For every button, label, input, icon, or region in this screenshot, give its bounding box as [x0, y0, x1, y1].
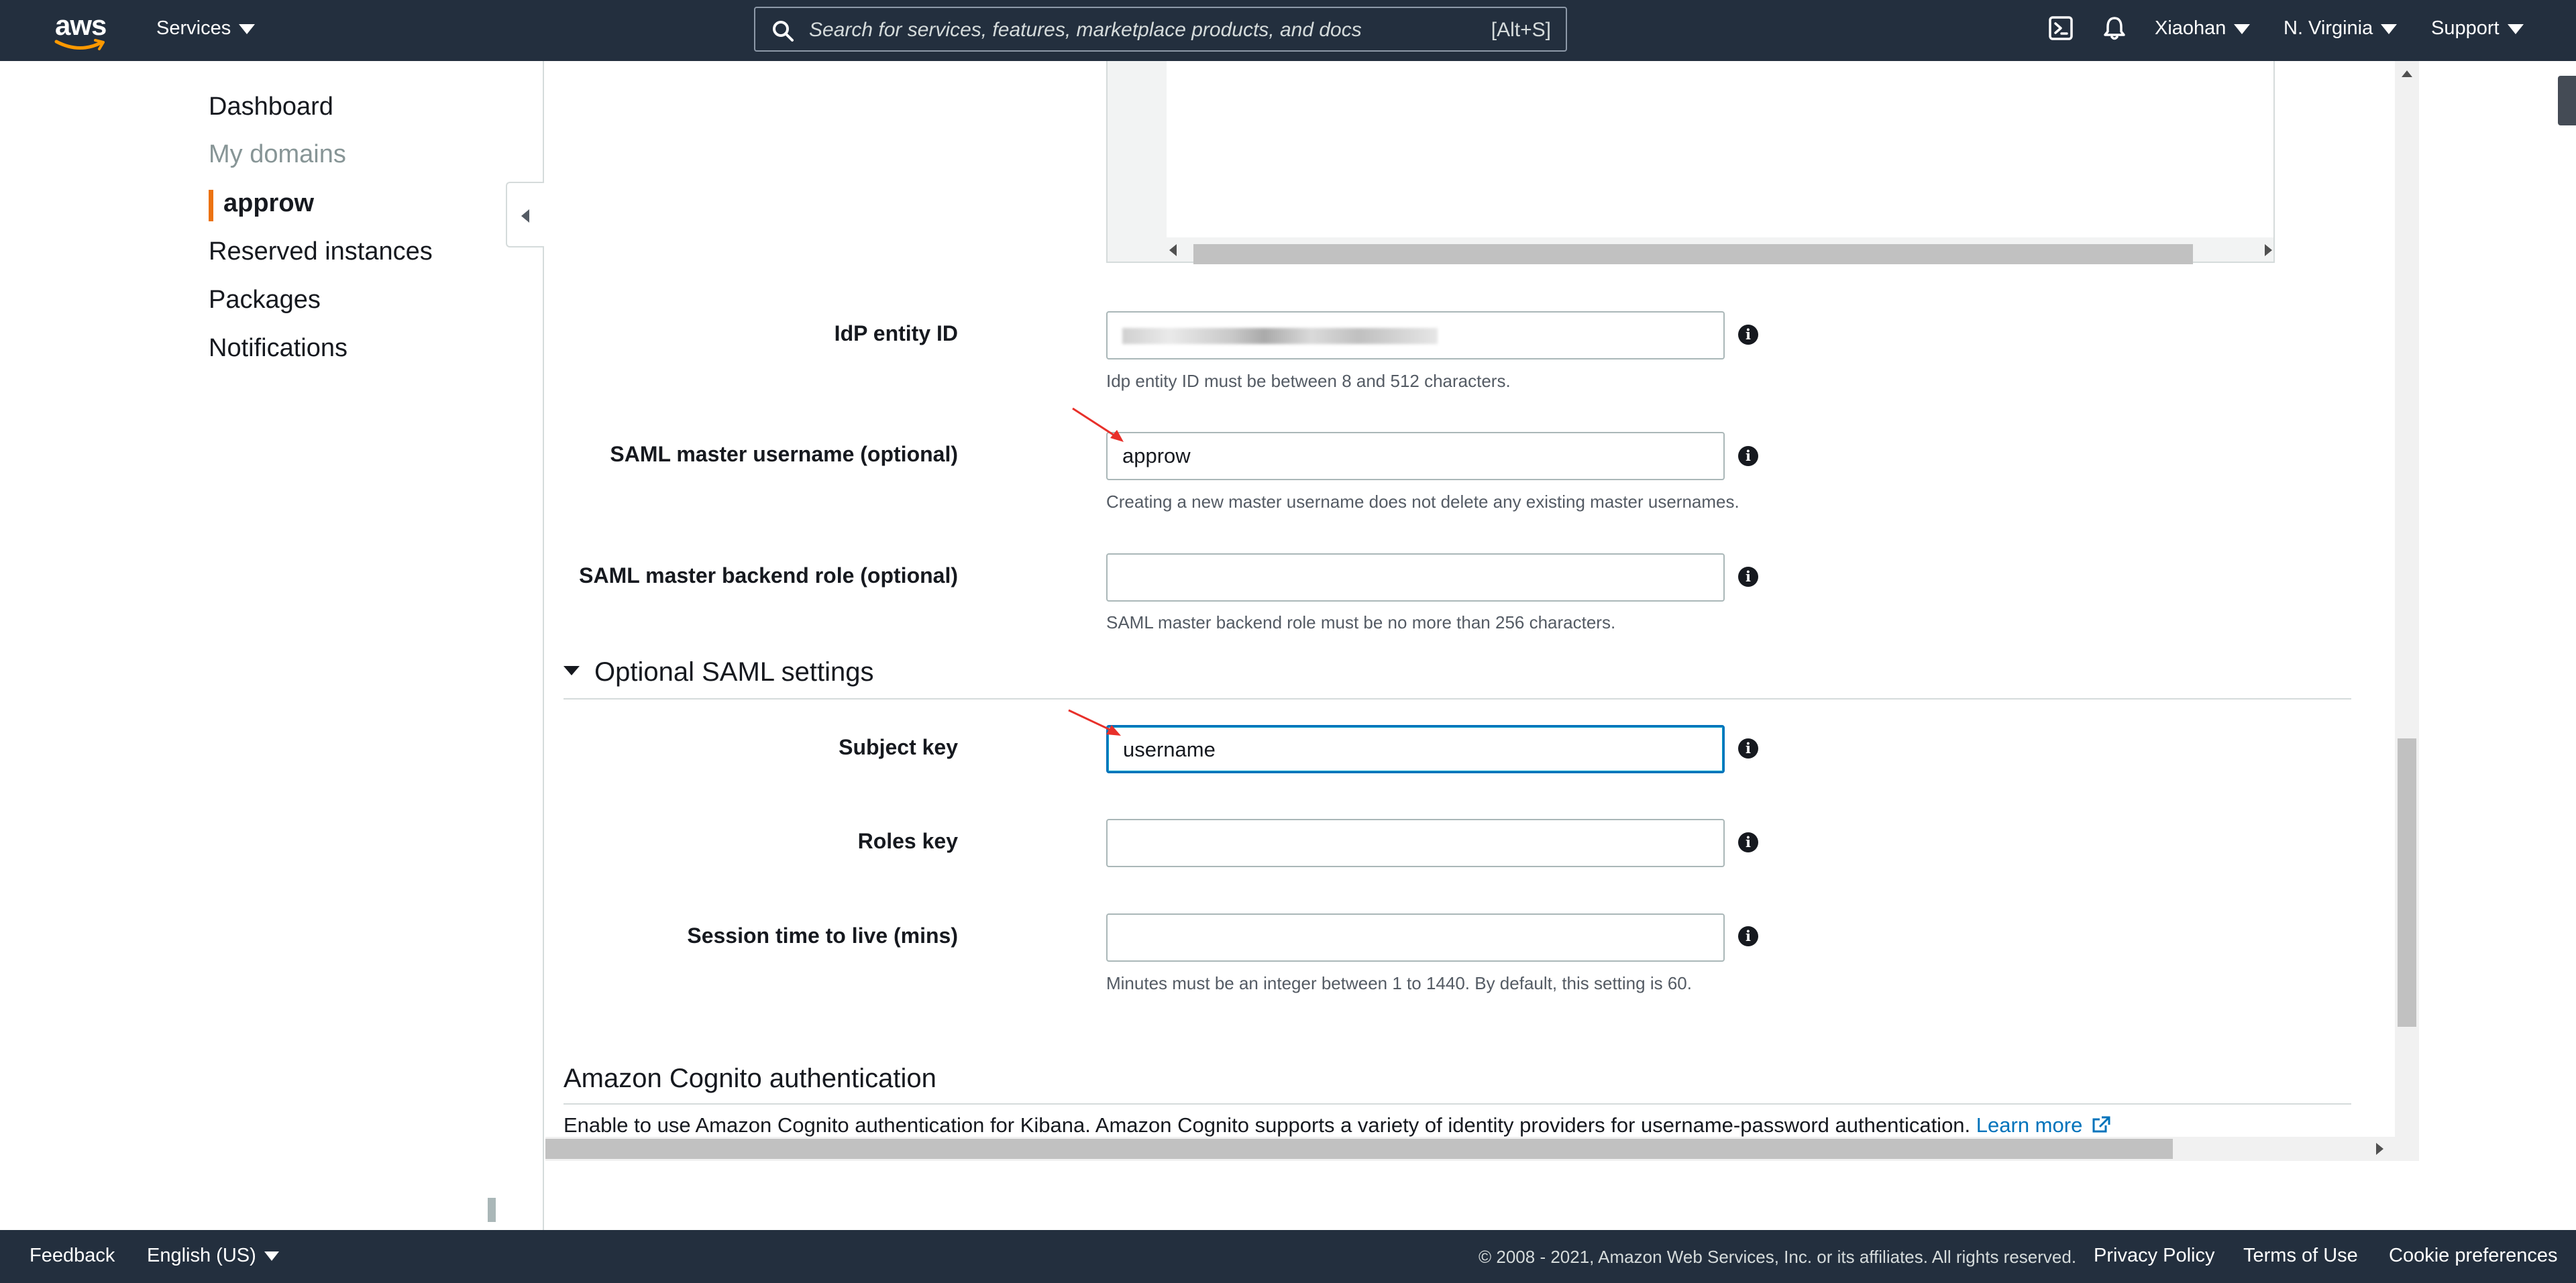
roles-key-label: Roles key: [857, 829, 958, 853]
session-ttl-hint: Minutes must be an integer between 1 to …: [1106, 973, 1692, 993]
privacy-policy-link[interactable]: Privacy Policy: [2094, 1245, 2215, 1267]
sidebar-item-notifications[interactable]: Notifications: [209, 334, 347, 363]
cookie-preferences-link[interactable]: Cookie preferences: [2389, 1245, 2557, 1267]
account-menu-label: Xiaohan: [2155, 17, 2226, 39]
sidebar-item-dashboard[interactable]: Dashboard: [209, 93, 333, 121]
scroll-right-arrow-icon[interactable]: [2376, 1143, 2383, 1155]
optional-saml-settings-toggle[interactable]: Optional SAML settings: [564, 657, 874, 687]
main-content: IdP entity ID i Idp entity ID must be be…: [545, 61, 2417, 1161]
page-horizontal-scrollbar[interactable]: [545, 1137, 2419, 1161]
side-panel-handle[interactable]: [2558, 76, 2576, 125]
session-ttl-input[interactable]: [1106, 913, 1725, 962]
language-selector[interactable]: English (US): [147, 1245, 279, 1267]
saml-master-backend-role-hint: SAML master backend role must be no more…: [1106, 612, 1616, 632]
info-icon[interactable]: i: [1738, 926, 1758, 946]
saml-master-backend-role-input[interactable]: [1106, 553, 1725, 602]
sidebar: Dashboard My domains approw Reserved ins…: [0, 61, 544, 1230]
session-ttl-label: Session time to live (mins): [687, 924, 958, 948]
section-divider: [564, 1103, 2351, 1105]
redacted-value: [1122, 328, 1438, 344]
metadata-textarea-content[interactable]: [1167, 61, 2273, 237]
learn-more-link[interactable]: Learn more: [1976, 1113, 2111, 1137]
cognito-section-title: Amazon Cognito authentication: [564, 1064, 936, 1093]
scroll-right-arrow-icon[interactable]: [2265, 244, 2272, 256]
chevron-down-icon: [2234, 23, 2251, 34]
saml-master-username-label: SAML master username (optional): [610, 442, 958, 466]
caret-down-icon: [564, 666, 580, 676]
sidebar-item-packages[interactable]: Packages: [209, 286, 321, 315]
sidebar-item-my-domains[interactable]: My domains: [209, 140, 346, 169]
info-icon[interactable]: i: [1738, 567, 1758, 587]
cloudshell-icon: [2049, 16, 2073, 40]
chevron-down-icon: [2507, 23, 2524, 34]
footer: Feedback English (US) © 2008 - 2021, Ama…: [0, 1230, 2576, 1283]
textarea-horizontal-scrollbar[interactable]: [1108, 237, 2273, 264]
metadata-textarea[interactable]: [1106, 61, 2275, 264]
section-divider: [564, 698, 2351, 700]
top-navigation-bar: aws Services Search for services, featur…: [0, 0, 2576, 61]
scroll-up-arrow-icon[interactable]: [2402, 70, 2412, 77]
aws-logo-text: aws: [55, 9, 107, 41]
language-label: English (US): [147, 1245, 256, 1266]
active-item-marker: [209, 190, 213, 221]
bell-icon: [2104, 17, 2125, 40]
aws-smile-icon: [54, 39, 105, 50]
region-menu-label: N. Virginia: [2284, 17, 2373, 39]
sidebar-item-approw[interactable]: approw: [223, 189, 314, 218]
annotation-arrow-icon: [1072, 407, 1124, 442]
cognito-description: Enable to use Amazon Cognito authenticat…: [564, 1113, 2111, 1137]
collapse-sidebar-button[interactable]: [506, 182, 544, 247]
idp-entity-id-label: IdP entity ID: [834, 321, 958, 345]
cognito-description-text: Enable to use Amazon Cognito authenticat…: [564, 1113, 1976, 1137]
annotation-arrow-icon: [1068, 709, 1121, 736]
search-icon: [773, 21, 794, 42]
chevron-left-icon: [521, 209, 529, 223]
info-icon[interactable]: i: [1738, 832, 1758, 852]
region-menu[interactable]: N. Virginia: [2284, 17, 2398, 40]
horizontal-scroll-thumb[interactable]: [545, 1139, 2173, 1159]
aws-logo[interactable]: aws: [52, 9, 109, 51]
services-menu[interactable]: Services: [156, 17, 256, 40]
idp-entity-id-input[interactable]: [1106, 311, 1725, 359]
subject-key-input[interactable]: username: [1106, 725, 1725, 773]
optional-saml-settings-title: Optional SAML settings: [594, 657, 874, 687]
roles-key-input[interactable]: [1106, 819, 1725, 867]
support-menu[interactable]: Support: [2431, 17, 2524, 40]
sidebar-scrollbar[interactable]: [488, 1198, 496, 1222]
idp-entity-id-hint: Idp entity ID must be between 8 and 512 …: [1106, 371, 1511, 391]
global-search-input[interactable]: Search for services, features, marketpla…: [754, 7, 1567, 52]
info-icon[interactable]: i: [1738, 738, 1758, 759]
subject-key-label: Subject key: [839, 735, 958, 759]
saml-master-username-hint: Creating a new master username does not …: [1106, 492, 1739, 512]
learn-more-label: Learn more: [1976, 1113, 2083, 1137]
saml-master-username-input[interactable]: approw: [1106, 432, 1725, 480]
saml-master-backend-role-label: SAML master backend role (optional): [579, 563, 958, 588]
support-menu-label: Support: [2431, 17, 2500, 39]
search-shortcut-hint: [Alt+S]: [1491, 19, 1551, 41]
page-vertical-scrollbar[interactable]: [2395, 61, 2419, 1161]
services-menu-label: Services: [156, 17, 231, 39]
copyright-text: © 2008 - 2021, Amazon Web Services, Inc.…: [1479, 1247, 2077, 1267]
textarea-scroll-thumb[interactable]: [1193, 244, 2193, 264]
sidebar-item-reserved-instances[interactable]: Reserved instances: [209, 237, 433, 266]
chevron-down-icon: [239, 23, 256, 34]
cloudshell-button[interactable]: [2048, 15, 2074, 45]
chevron-down-icon: [2381, 23, 2398, 34]
vertical-scroll-thumb[interactable]: [2398, 738, 2416, 1027]
notifications-button[interactable]: [2102, 15, 2127, 45]
account-menu[interactable]: Xiaohan: [2155, 17, 2251, 40]
info-icon[interactable]: i: [1738, 446, 1758, 466]
terms-of-use-link[interactable]: Terms of Use: [2243, 1245, 2358, 1267]
info-icon[interactable]: i: [1738, 325, 1758, 345]
external-link-icon: [2092, 1116, 2110, 1133]
feedback-link[interactable]: Feedback: [30, 1245, 115, 1267]
search-placeholder: Search for services, features, marketpla…: [809, 19, 1362, 41]
chevron-down-icon: [264, 1251, 279, 1262]
scroll-left-arrow-icon[interactable]: [1169, 244, 1177, 256]
